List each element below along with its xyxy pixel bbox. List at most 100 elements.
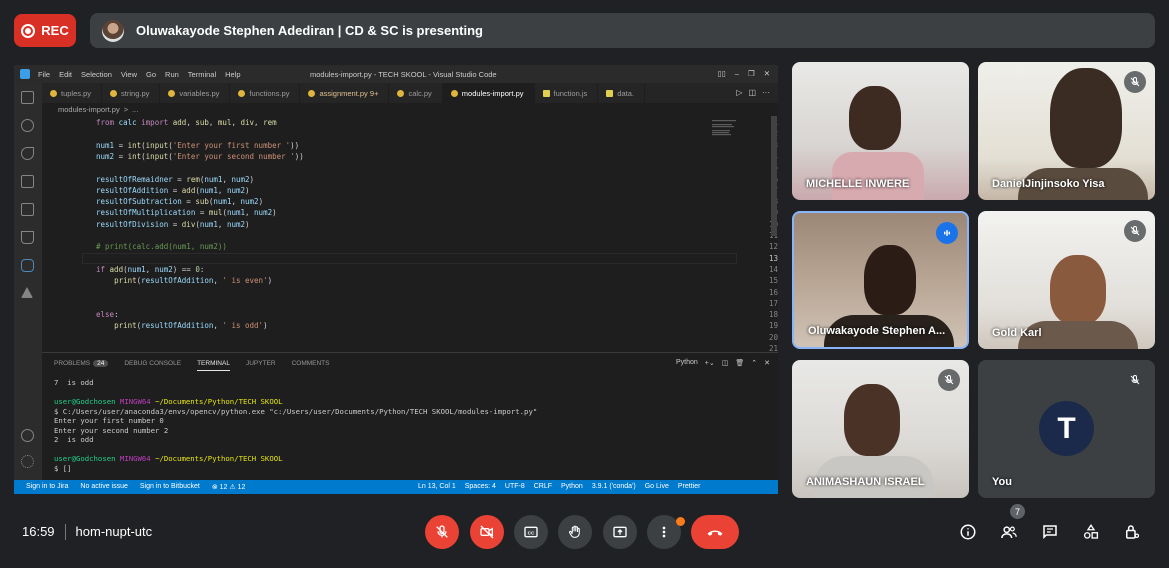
breadcrumb-item[interactable]: > xyxy=(124,105,128,114)
editor-tab[interactable]: functions.py xyxy=(230,83,301,103)
clock-time: 16:59 xyxy=(22,524,55,539)
menu-item-go[interactable]: Go xyxy=(146,70,156,79)
participant-tile[interactable]: Gold Karl xyxy=(978,211,1155,349)
javascript-file-icon xyxy=(606,89,614,97)
window-title: modules-import.py - TECH SKOOL - Visual … xyxy=(310,70,497,79)
meeting-details-button[interactable] xyxy=(957,521,979,543)
menu-item-file[interactable]: File xyxy=(38,70,50,79)
editor-tab[interactable]: modules-import.py xyxy=(442,83,535,103)
panel-tab-comments[interactable]: COMMENTS xyxy=(292,360,330,371)
menu-item-edit[interactable]: Edit xyxy=(59,70,72,79)
editor-tab[interactable]: calc.py xyxy=(389,83,443,103)
self-tile[interactable]: T You xyxy=(978,360,1155,498)
trash-icon[interactable]: 🗑 xyxy=(735,359,744,367)
participant-tile-speaking[interactable]: Oluwakayode Stephen A... xyxy=(792,211,969,349)
present-icon xyxy=(613,526,627,538)
status-item[interactable]: 3.9.1 ('conda') xyxy=(592,483,636,490)
run-icon[interactable]: ▷ xyxy=(736,88,742,97)
breadcrumb-item[interactable]: ... xyxy=(132,105,138,114)
notification-dot xyxy=(676,517,685,526)
host-controls-button[interactable] xyxy=(1121,521,1143,543)
people-button[interactable] xyxy=(998,521,1020,543)
python-icon[interactable] xyxy=(21,259,34,272)
anaconda-icon[interactable] xyxy=(21,287,33,298)
maximize-icon[interactable]: ❐ xyxy=(748,69,755,78)
participant-name: You xyxy=(992,476,1012,488)
code-editor[interactable]: 1from calc import add, sub, mul, div, re… xyxy=(42,116,778,353)
run-debug-icon[interactable] xyxy=(21,175,34,188)
status-item[interactable]: Go Live xyxy=(645,483,669,490)
status-item[interactable]: Prettier xyxy=(678,483,701,490)
testing-icon[interactable] xyxy=(21,231,34,244)
raise-hand-button[interactable] xyxy=(558,515,592,549)
editor-tab[interactable]: variables.py xyxy=(160,83,231,103)
presenter-bar: Oluwakayode Stephen Adediran | CD & SC i… xyxy=(90,13,1155,48)
editor-tab[interactable]: function.js xyxy=(535,83,599,103)
meeting-info: 16:59 hom-nupt-utc xyxy=(22,524,152,540)
panel-tab-debug-console[interactable]: DEBUG CONSOLE xyxy=(124,360,181,371)
editor-tab[interactable]: assignment.py 9+ xyxy=(300,83,390,103)
status-item[interactable]: ⊗ 12 ⚠ 12 xyxy=(212,483,246,491)
participant-tile[interactable]: DanielJinjinsoko Yisa xyxy=(978,62,1155,200)
code-line: num2 = int(input('Enter your second numb… xyxy=(96,151,304,161)
participant-name: MICHELLE INWERE xyxy=(806,178,910,190)
explorer-icon[interactable] xyxy=(21,91,34,104)
extensions-icon[interactable] xyxy=(21,203,34,216)
menu-item-run[interactable]: Run xyxy=(165,70,179,79)
close-icon[interactable]: ✕ xyxy=(764,69,770,78)
menu-item-selection[interactable]: Selection xyxy=(81,70,112,79)
participant-tile[interactable]: ANIMASHAUN ISRAEL xyxy=(792,360,969,498)
editor-tab[interactable]: string.py xyxy=(102,83,161,103)
chat-button[interactable] xyxy=(1039,521,1061,543)
status-item[interactable]: UTF-8 xyxy=(505,483,525,490)
tab-label: variables.py xyxy=(179,88,220,98)
status-item[interactable]: Python xyxy=(561,483,583,490)
more-icon[interactable]: ··· xyxy=(762,88,770,97)
activities-button[interactable] xyxy=(1080,521,1102,543)
status-item[interactable]: Sign in to Bitbucket xyxy=(140,483,200,491)
line-number: 19 xyxy=(768,321,778,331)
status-item[interactable]: Spaces: 4 xyxy=(465,483,496,490)
status-item[interactable]: Ln 13, Col 1 xyxy=(418,483,456,490)
status-item[interactable]: No active issue xyxy=(80,483,127,491)
panel-tab-jupyter[interactable]: JUPYTER xyxy=(246,360,276,371)
code-line: print(resultOfAddition, ' is odd') xyxy=(114,321,268,331)
present-screen-button[interactable] xyxy=(603,515,637,549)
split-terminal-icon[interactable]: ◫ xyxy=(722,359,729,367)
presenter-text: Oluwakayode Stephen Adediran | CD & SC i… xyxy=(136,23,484,38)
status-item[interactable]: Sign in to Jira xyxy=(26,483,68,491)
layout-icon[interactable]: ▯▯ xyxy=(718,69,726,78)
settings-gear-icon[interactable] xyxy=(21,455,34,468)
terminal-line: Enter your second number 2 xyxy=(54,425,169,435)
camera-toggle-button[interactable] xyxy=(470,515,504,549)
participant-tile[interactable]: MICHELLE INWERE xyxy=(792,62,969,200)
mic-toggle-button[interactable] xyxy=(425,515,459,549)
lock-person-icon xyxy=(1126,525,1140,539)
tab-label: modules-import.py xyxy=(461,88,524,98)
maximize-panel-icon[interactable]: ⌃ xyxy=(751,359,757,367)
panel-tab-terminal[interactable]: TERMINAL xyxy=(197,360,230,371)
captions-button[interactable]: CC xyxy=(514,515,548,549)
close-panel-icon[interactable]: ✕ xyxy=(764,359,770,367)
search-icon[interactable] xyxy=(21,119,34,132)
terminal-shell-label[interactable]: Python xyxy=(676,359,698,367)
status-item[interactable]: CRLF xyxy=(534,483,552,490)
minimize-icon[interactable]: – xyxy=(735,69,739,78)
menu-item-help[interactable]: Help xyxy=(225,70,240,79)
menu-item-view[interactable]: View xyxy=(121,70,137,79)
minimap[interactable] xyxy=(710,116,760,236)
leave-call-button[interactable] xyxy=(691,515,739,549)
editor-tab[interactable]: data. xyxy=(598,83,645,103)
panel-tab-problems[interactable]: PROBLEMS 24 xyxy=(54,360,109,371)
editor-tab[interactable]: tuples.py xyxy=(42,83,103,103)
source-control-icon[interactable] xyxy=(21,147,34,160)
terminal-line: 7 is odd xyxy=(54,378,94,387)
svg-text:CC: CC xyxy=(528,530,535,535)
new-terminal-icon[interactable]: +⌄ xyxy=(705,359,715,367)
menu-item-terminal[interactable]: Terminal xyxy=(188,70,216,79)
split-editor-icon[interactable]: ◫ xyxy=(748,88,756,97)
editor-scrollbar[interactable] xyxy=(771,116,777,236)
breadcrumb-item[interactable]: modules-import.py xyxy=(58,105,120,114)
account-icon[interactable] xyxy=(21,429,34,442)
terminal-line: $ [] xyxy=(54,463,72,473)
